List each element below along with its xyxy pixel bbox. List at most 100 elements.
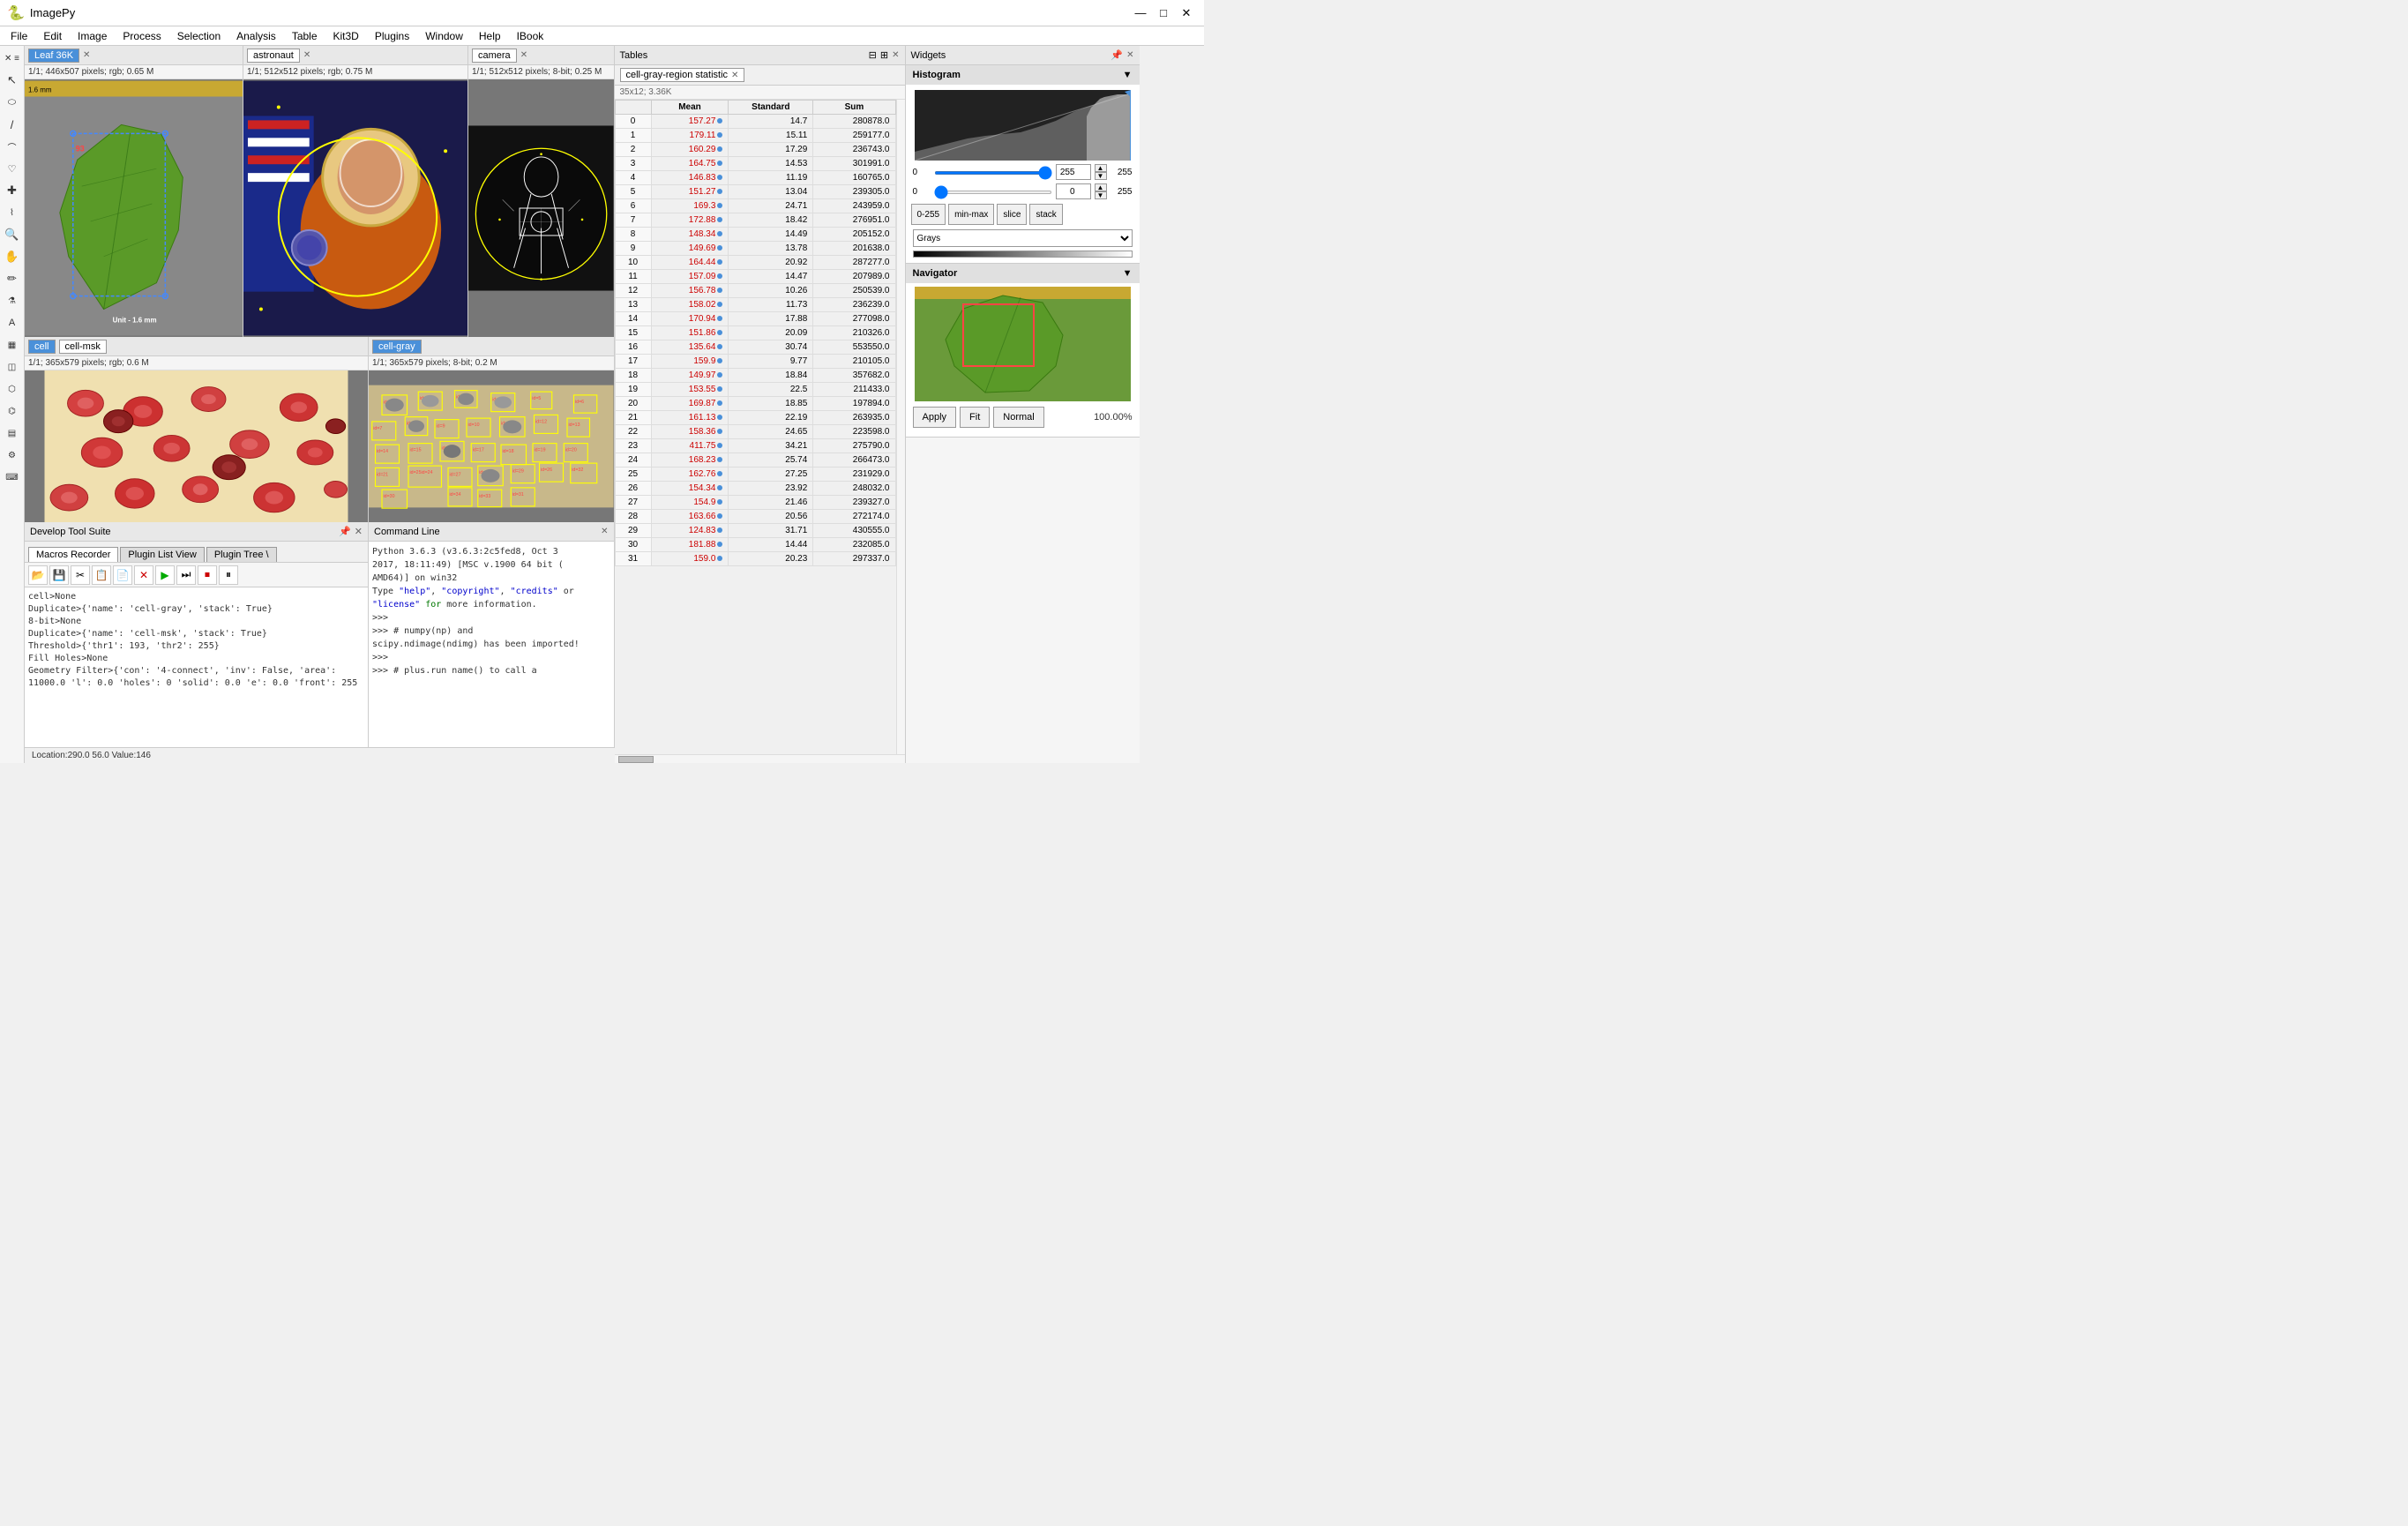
menu-help[interactable]: Help — [472, 28, 508, 44]
btn-slice[interactable]: slice — [997, 204, 1027, 225]
widgets-close-icon[interactable]: ✕ — [1126, 50, 1133, 60]
navigator-canvas[interactable] — [909, 287, 1136, 401]
tool-zoom[interactable]: 🔍 — [2, 224, 23, 245]
tool-ellipse[interactable]: ⬭ — [2, 92, 23, 113]
leaf-canvas[interactable]: 1.6 mm — [25, 79, 243, 337]
hist-max-down[interactable]: ▼ — [1095, 172, 1107, 180]
hist-low-down[interactable]: ▼ — [1095, 191, 1107, 199]
camera-tab[interactable]: camera — [472, 49, 517, 63]
navigator-header[interactable]: Navigator ▼ — [906, 264, 1140, 283]
histogram-header[interactable]: Histogram ▼ — [906, 65, 1140, 85]
menu-kit3d[interactable]: Kit3D — [326, 28, 366, 44]
colormap-select[interactable]: Grays Hot Jet — [913, 229, 1133, 247]
btn-0255[interactable]: 0-255 — [911, 204, 946, 225]
plugin-list-tab[interactable]: Plugin List View — [120, 547, 204, 562]
btn-minmax[interactable]: min-max — [948, 204, 994, 225]
dev-close-icon[interactable]: ✕ — [355, 526, 363, 537]
hist-max-up[interactable]: ▲ — [1095, 164, 1107, 172]
leaf-close[interactable]: ✕ — [83, 50, 90, 60]
dev-save-btn[interactable]: 💾 — [49, 565, 69, 585]
dev-cut-btn[interactable]: ✂ — [71, 565, 90, 585]
macros-recorder-tab[interactable]: Macros Recorder — [28, 547, 118, 562]
hist-range-input-2[interactable] — [934, 191, 1052, 194]
tables-close-icon[interactable]: ✕ — [892, 50, 899, 60]
astronaut-canvas[interactable] — [243, 79, 467, 337]
dev-paste-btn[interactable]: 📄 — [113, 565, 132, 585]
tool-stack[interactable]: ▤ — [2, 423, 23, 444]
tool-line[interactable]: / — [2, 114, 23, 135]
dev-stop-btn[interactable]: ⏹ — [198, 565, 217, 585]
hist-slider-2[interactable] — [934, 187, 1052, 197]
close-button[interactable]: ✕ — [1176, 4, 1197, 22]
btn-fit[interactable]: Fit — [960, 407, 990, 428]
tool-pencil[interactable]: ✏ — [2, 268, 23, 289]
table-scrollbar[interactable] — [896, 100, 905, 754]
tables-tab-close[interactable]: ✕ — [731, 71, 738, 80]
tables-undock-icon[interactable]: ⊟ — [869, 49, 877, 61]
maximize-button[interactable]: □ — [1153, 4, 1174, 22]
cmd-close[interactable]: ✕ — [601, 527, 608, 536]
cell-sum: 197894.0 — [813, 397, 895, 411]
dev-delete-btn[interactable]: ✕ — [134, 565, 153, 585]
menu-ibook[interactable]: IBook — [510, 28, 551, 44]
dev-copy-btn[interactable]: 📋 — [92, 565, 111, 585]
plugin-tree-tab[interactable]: Plugin Tree \ — [206, 547, 277, 562]
menu-image[interactable]: Image — [71, 28, 114, 44]
hist-low-up[interactable]: ▲ — [1095, 183, 1107, 191]
menu-window[interactable]: Window — [418, 28, 470, 44]
astronaut-tab[interactable]: astronaut — [247, 49, 300, 63]
tool-wand[interactable]: ⌇ — [2, 202, 23, 223]
cmd-content[interactable]: Python 3.6.3 (v3.6.3:2c5fed8, Oct 3 2017… — [369, 542, 614, 747]
cellgray-tab[interactable]: cell-gray — [372, 340, 422, 354]
camera-canvas[interactable] — [468, 79, 614, 337]
dev-line-5: Threshold>{'thr1': 193, 'thr2': 255} — [28, 640, 364, 653]
cell-canvas[interactable] — [25, 370, 368, 522]
tables-active-tab[interactable]: cell-gray-region statistic ✕ — [620, 68, 745, 82]
btn-apply[interactable]: Apply — [913, 407, 957, 428]
hist-low-input[interactable]: 0 — [1056, 183, 1091, 199]
dev-run-btn[interactable]: ▶ — [155, 565, 175, 585]
hist-range-input-1[interactable] — [934, 171, 1052, 175]
dev-pin-icon[interactable]: 📌 — [339, 526, 351, 537]
hist-slider-1[interactable] — [934, 168, 1052, 177]
widgets-pin-icon[interactable]: 📌 — [1111, 49, 1123, 61]
camera-close[interactable]: ✕ — [520, 50, 527, 60]
cellgray-canvas[interactable]: id=1 id=2 id=3 id=4 id=5 — [369, 370, 614, 522]
tool-move[interactable]: ✚ — [2, 180, 23, 201]
tool-text[interactable]: A — [2, 312, 23, 333]
menu-process[interactable]: Process — [116, 28, 168, 44]
tool-dropper[interactable]: ⚗ — [2, 290, 23, 311]
cell-index: 22 — [615, 425, 651, 439]
leaf-tab[interactable]: Leaf 36K — [28, 49, 79, 63]
menu-table[interactable]: Table — [285, 28, 325, 44]
astronaut-close[interactable]: ✕ — [303, 50, 310, 60]
menu-plugins[interactable]: Plugins — [368, 28, 416, 44]
tool-lasso[interactable]: ⌬ — [2, 400, 23, 422]
menu-edit[interactable]: Edit — [36, 28, 69, 44]
dev-step-btn[interactable]: ⏭ — [176, 565, 196, 585]
hist-max-input[interactable]: 255 — [1056, 164, 1091, 180]
table-hscrollbar[interactable] — [615, 754, 905, 763]
tables-float-icon[interactable]: ⊞ — [880, 49, 888, 61]
cell-tab[interactable]: cell — [28, 340, 56, 354]
menu-analysis[interactable]: Analysis — [229, 28, 283, 44]
tool-script[interactable]: ⌨ — [2, 467, 23, 488]
tool-measure[interactable]: ◫ — [2, 356, 23, 378]
btn-stack[interactable]: stack — [1029, 204, 1062, 225]
tool-heart[interactable]: ♡ — [2, 158, 23, 179]
tool-settings[interactable]: ⚙ — [2, 445, 23, 466]
dev-open-btn[interactable]: 📂 — [28, 565, 48, 585]
tool-pointer[interactable]: ↖ — [2, 70, 23, 91]
dev-pause-btn[interactable]: ⏸ — [219, 565, 238, 585]
menu-selection[interactable]: Selection — [170, 28, 228, 44]
tool-poly[interactable]: ⬡ — [2, 378, 23, 400]
btn-normal[interactable]: Normal — [993, 407, 1043, 428]
tool-close[interactable]: ✕ ≡ — [2, 48, 23, 69]
tool-pan[interactable]: ✋ — [2, 246, 23, 267]
table-data-container[interactable]: Mean Standard Sum 0157.2714.7280878.0117… — [615, 100, 896, 754]
menu-file[interactable]: File — [4, 28, 34, 44]
cellmsk-tab[interactable]: cell-msk — [59, 340, 107, 354]
minimize-button[interactable]: — — [1130, 4, 1151, 22]
tool-grid[interactable]: ▦ — [2, 334, 23, 355]
tool-curve[interactable]: ⌒ — [2, 136, 23, 157]
